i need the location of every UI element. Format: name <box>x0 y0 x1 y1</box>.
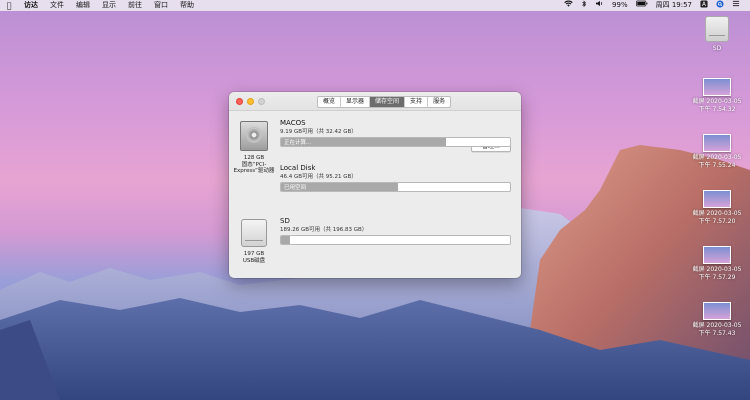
notification-center-icon[interactable] <box>728 0 744 11</box>
usb-drive-icon <box>241 219 267 247</box>
usb-disk: 197 GB USB磁盘 <box>229 219 279 264</box>
storage-bar-text: 正在计算… <box>284 140 312 146</box>
user-icon[interactable]: A <box>696 0 712 12</box>
tab-overview[interactable]: 概览 <box>318 97 342 107</box>
menu-window[interactable]: 窗口 <box>148 0 174 11</box>
file-time: 下午 7.57.20 <box>698 217 736 225</box>
volume-local-disk: Local Disk 46.4 GB可用（共 95.21 GB） 已用空间 <box>280 164 511 192</box>
about-this-mac-window: 概览 显示器 储存空间 支持 服务 128 GB 固态“PCI- Express… <box>229 92 521 278</box>
file-time: 下午 7.57.43 <box>698 329 736 337</box>
desktop-screenshot-file[interactable]: 截屏 2020-03-05 下午 7.57.20 <box>687 190 747 225</box>
spotlight-icon[interactable] <box>712 0 728 12</box>
volume-name: Local Disk <box>280 164 316 172</box>
menu-edit[interactable]: 编辑 <box>70 0 96 11</box>
window-titlebar[interactable]: 概览 显示器 储存空间 支持 服务 <box>229 92 521 111</box>
hard-drive-icon <box>240 121 268 151</box>
disk-type: USB磁盘 <box>242 257 266 264</box>
apple-menu-icon[interactable]:  <box>0 1 18 10</box>
screenshot-thumbnail-icon <box>703 134 731 152</box>
screenshot-thumbnail-icon <box>703 78 731 96</box>
volume-name: MACOS <box>280 119 306 127</box>
desktop-icon-label: SD <box>712 45 722 52</box>
menu-help[interactable]: 帮助 <box>174 0 200 11</box>
zoom-button[interactable] <box>258 97 265 105</box>
volume-info: 9.19 GB可用（共 32.42 GB） <box>280 129 357 135</box>
storage-bar-fill <box>281 236 291 244</box>
datetime[interactable]: 周四 19:57 <box>652 0 696 11</box>
battery-percent[interactable]: 99% <box>608 0 632 11</box>
tab-support[interactable]: 支持 <box>405 97 429 107</box>
desktop-screenshot-file[interactable]: 截屏 2020-03-05 下午 7.55.24 <box>687 134 747 169</box>
menu-go[interactable]: 前往 <box>122 0 148 11</box>
volume-sd: SD 189.26 GB可用（共 196.83 GB） <box>280 217 511 245</box>
close-button[interactable] <box>236 97 243 105</box>
volume-name: SD <box>280 217 290 225</box>
minimize-button[interactable] <box>247 97 254 105</box>
menu-app-name[interactable]: 访达 <box>18 0 44 11</box>
storage-bar-text: 已用空间 <box>284 185 307 191</box>
file-name: 截屏 2020-03-05 <box>692 322 742 329</box>
file-time: 下午 7.55.24 <box>698 161 736 169</box>
tab-service[interactable]: 服务 <box>428 97 450 107</box>
file-name: 截屏 2020-03-05 <box>692 98 742 105</box>
file-name: 截屏 2020-03-05 <box>692 210 742 217</box>
volume-info: 46.4 GB可用（共 95.21 GB） <box>280 174 357 180</box>
desktop-screenshot-file[interactable]: 截屏 2020-03-05 下午 7.54.32 <box>687 78 747 113</box>
desktop-screenshot-file[interactable]: 截屏 2020-03-05 下午 7.57.29 <box>687 246 747 281</box>
file-name: 截屏 2020-03-05 <box>692 266 742 273</box>
file-time: 下午 7.54.32 <box>698 105 736 113</box>
volume-macos: MACOS 9.19 GB可用（共 32.42 GB） 正在计算… <box>280 119 511 147</box>
storage-panel: 128 GB 固态“PCI- Express”驱动器 管理… MACOS 9.1… <box>229 111 521 278</box>
tab-storage[interactable]: 储存空间 <box>370 97 406 107</box>
battery-icon[interactable] <box>632 0 652 11</box>
desktop-sd-drive[interactable]: SD <box>687 16 747 53</box>
desktop-screenshot-file[interactable]: 截屏 2020-03-05 下午 7.57.43 <box>687 302 747 337</box>
volume-icon[interactable] <box>591 0 608 11</box>
file-time: 下午 7.57.29 <box>698 273 736 281</box>
screenshot-thumbnail-icon <box>703 302 731 320</box>
tab-displays[interactable]: 显示器 <box>341 97 371 107</box>
menu-bar:  访达 文件 编辑 显示 前往 窗口 帮助 99% 周四 19:57 A <box>0 0 750 11</box>
screenshot-thumbnail-icon <box>703 246 731 264</box>
screenshot-thumbnail-icon <box>703 190 731 208</box>
disk-type: Express”驱动器 <box>233 168 275 174</box>
storage-bar[interactable] <box>280 235 511 245</box>
volume-info: 189.26 GB可用（共 196.83 GB） <box>280 227 368 233</box>
window-controls <box>229 97 265 105</box>
file-name: 截屏 2020-03-05 <box>692 154 742 161</box>
external-drive-icon <box>705 16 729 42</box>
bluetooth-icon[interactable] <box>577 0 591 12</box>
internal-disk: 128 GB 固态“PCI- Express”驱动器 <box>229 121 279 175</box>
storage-bar[interactable]: 正在计算… <box>280 137 511 147</box>
tab-bar: 概览 显示器 储存空间 支持 服务 <box>317 96 452 108</box>
svg-text:A: A <box>702 2 706 8</box>
menu-file[interactable]: 文件 <box>44 0 70 11</box>
storage-bar[interactable]: 已用空间 <box>280 182 511 192</box>
menu-view[interactable]: 显示 <box>96 0 122 11</box>
status-area: 99% 周四 19:57 A <box>560 0 750 12</box>
wifi-icon[interactable] <box>560 0 577 11</box>
